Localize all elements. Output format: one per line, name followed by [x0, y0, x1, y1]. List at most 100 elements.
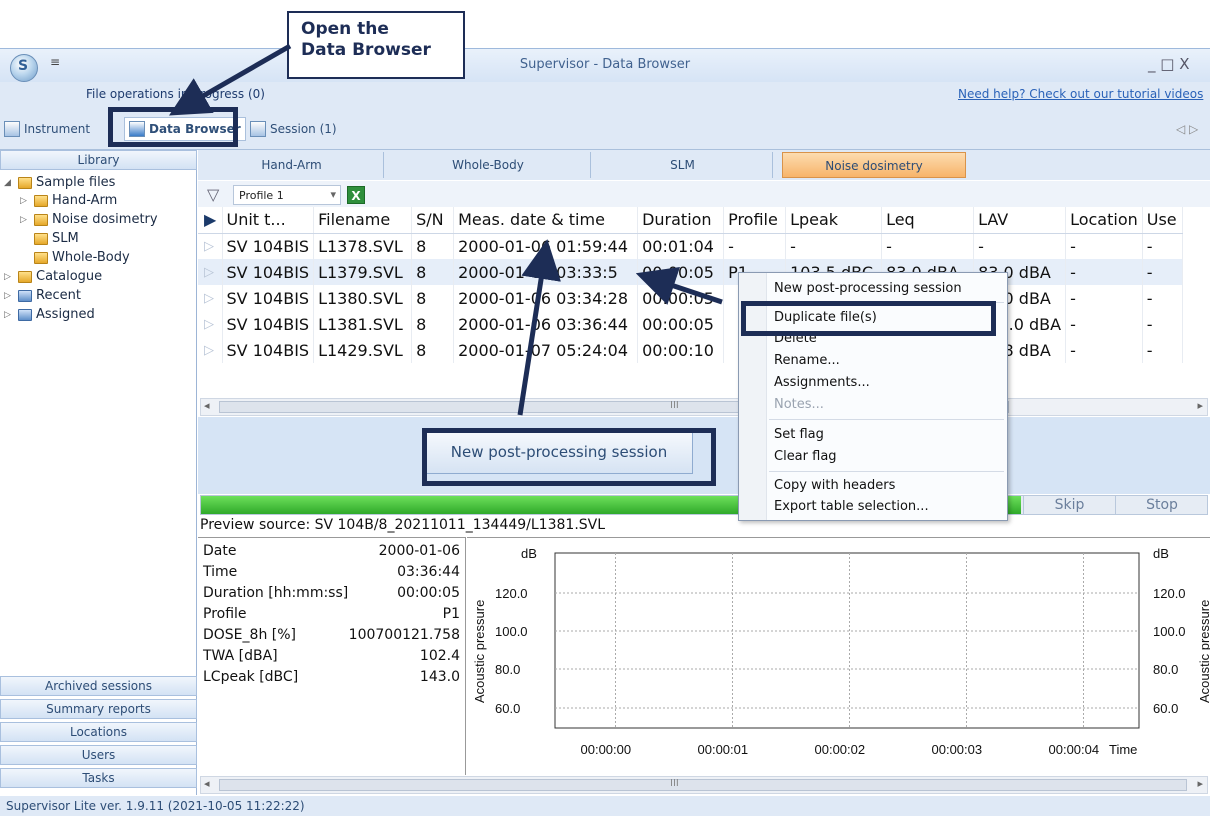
col-profile[interactable]: Profile	[723, 207, 787, 234]
scroll-grip: III	[670, 778, 679, 789]
cell: SV 104BIS	[222, 311, 315, 337]
cell: 2000-01-07 05:24:04	[453, 337, 639, 363]
flag-icon[interactable]: ▷	[198, 259, 223, 285]
table-row[interactable]: ▷ SV 104BIS L1381.SVL 8 2000-01-06 03:36:44…	[198, 311, 1183, 337]
table-row[interactable]: ▷ SV 104BIS L1380.SVL 8 2000-01-06 03:34:28…	[198, 285, 1183, 311]
scroll-right-icon[interactable]: ▸	[1197, 399, 1203, 412]
table-header-row: ▶ Unit t... Filename S/N Meas. date & ti…	[198, 207, 1183, 234]
preview-value: 00:00:05	[397, 585, 460, 601]
scroll-left-icon[interactable]: ◂	[204, 399, 210, 412]
tab-instrument[interactable]: Instrument	[4, 117, 90, 141]
col-user[interactable]: Use	[1142, 207, 1183, 234]
cell: -	[1065, 337, 1143, 363]
cell: -	[1142, 233, 1183, 259]
file-table: ▶ Unit t... Filename S/N Meas. date & ti…	[198, 207, 1183, 363]
flag-icon[interactable]: ▷	[198, 285, 223, 311]
scroll-left-icon[interactable]: ◂	[204, 777, 210, 790]
cell: 00:00:10	[637, 337, 725, 363]
tab-session[interactable]: Session (1)	[250, 117, 337, 141]
col-filename[interactable]: Filename	[313, 207, 413, 234]
preview-horizontal-scrollbar[interactable]: ◂ III ▸	[200, 776, 1208, 794]
callout-highlight-new-session	[422, 428, 716, 486]
tree-item-noise-dosimetry[interactable]: ▷ Noise dosimetry	[20, 212, 158, 227]
col-duration[interactable]: Duration	[637, 207, 725, 234]
col-leq[interactable]: Leq	[881, 207, 975, 234]
callout-box: Open the Data Browser	[287, 11, 465, 79]
col-lpeak[interactable]: Lpeak	[785, 207, 883, 234]
table-row[interactable]: ▷ SV 104BIS L1378.SVL 8 2000-01-06 01:59:44…	[198, 233, 1183, 259]
filter-icon[interactable]: ▽	[207, 185, 219, 204]
tree-item-recent[interactable]: ▷ Recent	[4, 288, 81, 303]
export-excel-icon[interactable]: X	[347, 186, 365, 204]
cat-tab-noise-dosimetry[interactable]: Noise dosimetry	[782, 152, 966, 178]
callout-line-2: Data Browser	[301, 40, 431, 60]
menu-item-copy-headers[interactable]: Copy with headers	[774, 478, 895, 493]
tree-item-sample-files[interactable]: ◢ Sample files	[4, 175, 115, 190]
y-unit-right: dB	[1153, 546, 1169, 561]
scroll-thumb[interactable]: III	[219, 778, 1187, 791]
tree-item-whole-body[interactable]: Whole-Body	[20, 250, 130, 265]
cell: 8	[411, 233, 455, 259]
cell: L1379.SVL	[313, 259, 413, 285]
tasks-button[interactable]: Tasks	[0, 768, 197, 788]
col-unit-type[interactable]: Unit t...	[222, 207, 315, 234]
expander-icon[interactable]: ▷	[4, 291, 14, 301]
users-button[interactable]: Users	[0, 745, 197, 765]
col-meas-date[interactable]: Meas. date & time	[453, 207, 639, 234]
y-tick-label-right: 100.0	[1153, 624, 1186, 639]
flag-icon[interactable]: ▷	[198, 311, 223, 337]
menu-item-export-selection[interactable]: Export table selection...	[774, 499, 929, 514]
y-tick-label-left: 60.0	[495, 701, 520, 716]
cell: -	[1065, 311, 1143, 337]
cell: 8	[411, 285, 455, 311]
tree-label: Hand-Arm	[52, 193, 118, 208]
cat-tab-whole-body[interactable]: Whole-Body	[386, 152, 591, 178]
file-operations-status[interactable]: File operations in progress (0)	[86, 87, 265, 101]
preview-value: 102.4	[419, 648, 460, 664]
expander-icon[interactable]: ▷	[4, 272, 14, 282]
tree-label: Assigned	[36, 307, 95, 322]
window-title: Supervisor - Data Browser	[519, 57, 691, 72]
menu-item-new-session[interactable]: New post-processing session	[774, 281, 962, 296]
menu-item-rename[interactable]: Rename...	[774, 353, 840, 368]
archived-sessions-button[interactable]: Archived sessions	[0, 676, 197, 696]
tree-item-catalogue[interactable]: ▷ Catalogue	[4, 269, 102, 284]
y-tick-label-left: 120.0	[495, 586, 528, 601]
table-row-selected[interactable]: ▷ SV 104BIS L1379.SVL 8 2000-01-06 03:33:5 0…	[198, 259, 1183, 285]
scroll-right-icon[interactable]: ▸	[1197, 777, 1203, 790]
menu-item-assignments[interactable]: Assignments...	[774, 375, 870, 390]
menu-item-clear-flag[interactable]: Clear flag	[774, 449, 837, 464]
window-controls[interactable]: _ □ X	[1148, 55, 1189, 73]
grid-horizontal-scrollbar[interactable]: ◂ III ▸	[200, 398, 1208, 416]
chevron-down-icon: ▾	[330, 188, 336, 201]
preview-value: 100700121.758	[348, 627, 460, 643]
tree-item-hand-arm[interactable]: ▷ Hand-Arm	[20, 193, 117, 208]
preview-source-label: Preview source: SV 104B/8_20211011_13444…	[200, 517, 606, 533]
table-row[interactable]: ▷ SV 104BIS L1429.SVL 8 2000-01-07 05:24:04…	[198, 337, 1183, 363]
cell: 00:00:05	[637, 259, 725, 285]
skip-button[interactable]: Skip	[1023, 495, 1115, 515]
cell: L1378.SVL	[313, 233, 413, 259]
col-sn[interactable]: S/N	[411, 207, 455, 234]
help-link[interactable]: Need help? Check out our tutorial videos	[958, 87, 1203, 101]
col-lav[interactable]: LAV	[973, 207, 1067, 234]
cat-tab-hand-arm[interactable]: Hand-Arm	[200, 152, 384, 178]
library-header[interactable]: Library	[0, 150, 197, 170]
menu-item-set-flag[interactable]: Set flag	[774, 427, 824, 442]
tree-item-slm[interactable]: SLM	[20, 231, 79, 246]
expander-icon[interactable]: ▷	[20, 196, 30, 206]
tab-scroll-arrows[interactable]: ◁ ▷	[1176, 122, 1198, 136]
expander-icon[interactable]: ◢	[4, 178, 14, 188]
col-location[interactable]: Location	[1065, 207, 1143, 234]
cell: 00:00:05	[637, 285, 725, 311]
flag-icon[interactable]: ▷	[198, 233, 223, 259]
flag-icon[interactable]: ▷	[198, 337, 223, 363]
profile-dropdown[interactable]: Profile 1 ▾	[233, 185, 341, 205]
stop-button[interactable]: Stop	[1115, 495, 1208, 515]
expander-icon[interactable]: ▷	[4, 310, 14, 320]
summary-reports-button[interactable]: Summary reports	[0, 699, 197, 719]
tree-item-assigned[interactable]: ▷ Assigned	[4, 307, 95, 322]
cat-tab-slm[interactable]: SLM	[593, 152, 773, 178]
expander-icon[interactable]: ▷	[20, 215, 30, 225]
locations-button[interactable]: Locations	[0, 722, 197, 742]
